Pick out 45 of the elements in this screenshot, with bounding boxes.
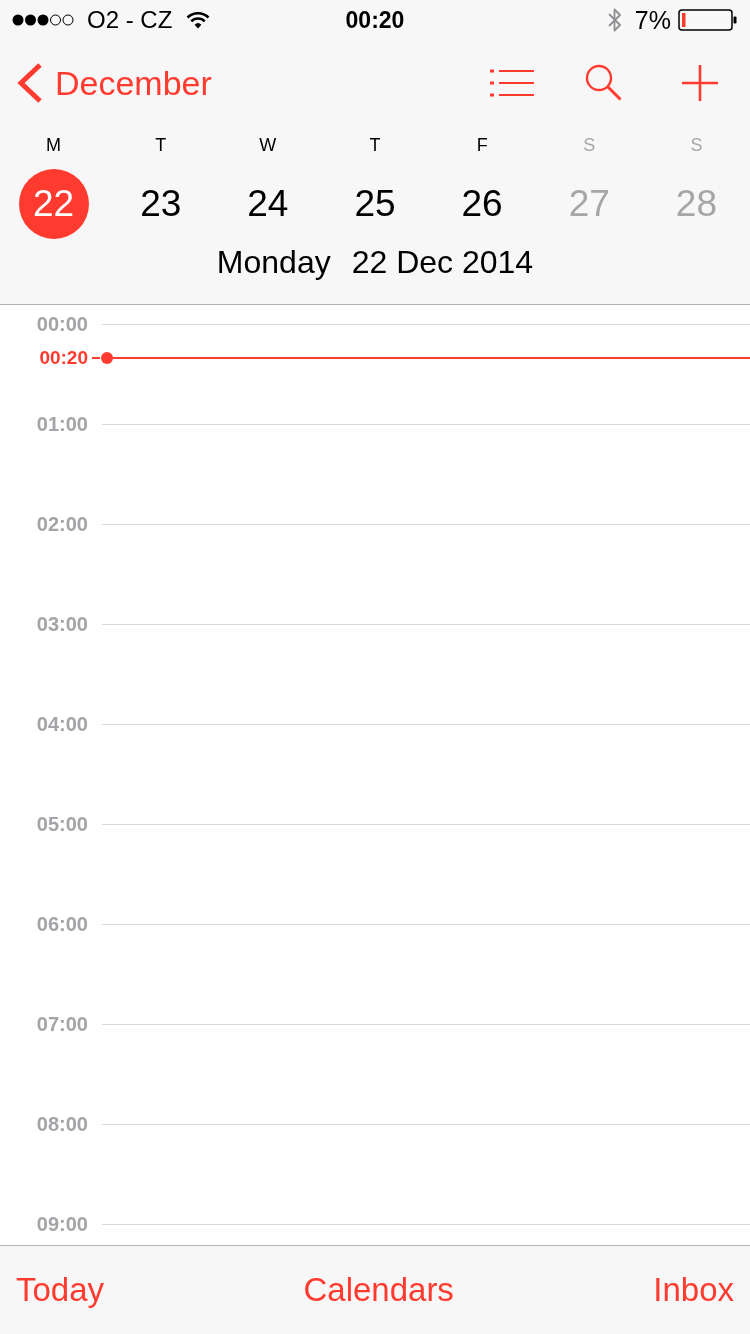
hour-label: 04:00 — [36, 714, 88, 734]
search-button[interactable] — [585, 64, 622, 101]
day-button[interactable]: 27 — [568, 183, 610, 225]
date-label: 22 Dec 2014 — [351, 244, 534, 280]
list-icon — [490, 68, 534, 97]
wifi-icon — [186, 11, 211, 29]
battery-percent-label: 7% — [634, 6, 671, 34]
weekday-label: M — [46, 134, 62, 156]
tab-bar-button[interactable]: Today — [16, 1270, 105, 1310]
weekday-label: S — [690, 134, 703, 156]
weekday-label: T — [155, 134, 167, 156]
hour-label: 01:00 — [36, 414, 88, 434]
signal-strength-icon — [12, 14, 74, 26]
day-button[interactable]: 22 — [18, 169, 89, 239]
day-button[interactable]: 28 — [675, 183, 717, 225]
day-button[interactable]: 24 — [247, 183, 289, 225]
hour-label: 03:00 — [36, 614, 88, 634]
day-name-label: Monday — [216, 244, 331, 280]
chevron-left-icon — [17, 62, 43, 103]
day-button[interactable]: 23 — [140, 183, 182, 225]
battery-icon — [678, 9, 738, 31]
tab-bar-button[interactable]: Inbox — [653, 1270, 734, 1310]
hour-label: 07:00 — [36, 1014, 88, 1034]
weekday-label: T — [369, 134, 381, 156]
current-time-label: 00:20 — [39, 348, 88, 368]
hour-label: 06:00 — [36, 914, 88, 934]
day-button[interactable]: 26 — [461, 183, 503, 225]
plus-icon — [682, 64, 718, 101]
carrier-label: O2 - CZ — [87, 6, 173, 34]
bluetooth-icon — [606, 7, 623, 33]
back-button[interactable]: December — [17, 62, 212, 103]
list-view-button[interactable] — [490, 68, 534, 97]
clock-label: 00:20 — [345, 6, 405, 34]
hour-label: 09:00 — [36, 1214, 88, 1234]
hour-label: 02:00 — [36, 514, 88, 534]
search-icon — [585, 64, 622, 101]
day-button[interactable]: 25 — [354, 183, 396, 225]
hour-label: 05:00 — [36, 814, 88, 834]
hour-label: 08:00 — [36, 1114, 88, 1134]
weekday-label: S — [583, 134, 596, 156]
hour-label: 00:00 — [36, 314, 88, 334]
weekday-label: W — [259, 134, 277, 156]
tab-bar-button[interactable]: Calendars — [303, 1270, 454, 1310]
add-button[interactable] — [682, 64, 718, 101]
weekday-label: F — [476, 134, 488, 156]
